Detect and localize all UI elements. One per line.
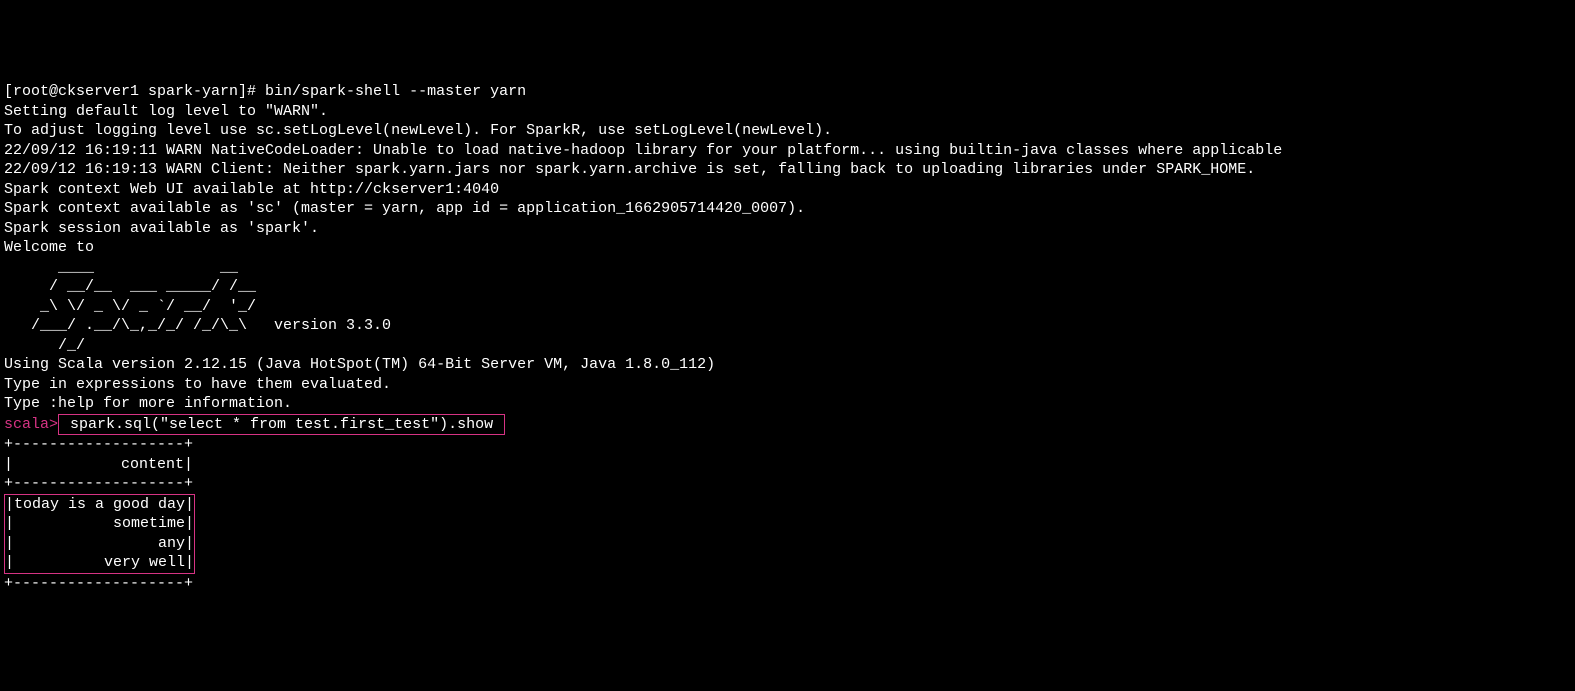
log-line: Setting default log level to "WARN". — [4, 102, 1571, 122]
table-border: +-------------------+ — [4, 435, 1571, 455]
spark-logo-line: ____ __ — [4, 258, 1571, 278]
scala-prompt: scala> — [4, 416, 58, 433]
log-line: Welcome to — [4, 238, 1571, 258]
table-header: | content| — [4, 455, 1571, 475]
log-line: Spark session available as 'spark'. — [4, 219, 1571, 239]
info-line: Type in expressions to have them evaluat… — [4, 375, 1571, 395]
scala-command-highlighted: spark.sql("select * from test.first_test… — [58, 414, 505, 436]
log-line: 22/09/12 16:19:13 WARN Client: Neither s… — [4, 160, 1571, 180]
log-line: Spark context available as 'sc' (master … — [4, 199, 1571, 219]
table-border: +-------------------+ — [4, 474, 1571, 494]
info-line: Using Scala version 2.12.15 (Java HotSpo… — [4, 355, 1571, 375]
spark-logo-line: / __/__ ___ _____/ /__ — [4, 277, 1571, 297]
table-row: | any| — [5, 534, 194, 554]
table-row: |today is a good day| — [5, 495, 194, 515]
log-line: 22/09/12 16:19:11 WARN NativeCodeLoader:… — [4, 141, 1571, 161]
spark-logo-line: _\ \/ _ \/ _ `/ __/ '_/ — [4, 297, 1571, 317]
table-output-highlighted: |today is a good day|| sometime|| any|| … — [4, 494, 195, 574]
table-row: | very well| — [5, 553, 194, 573]
spark-logo-line: /___/ .__/\_,_/_/ /_/\_\ version 3.3.0 — [4, 316, 1571, 336]
scala-input-line[interactable]: scala> spark.sql("select * from test.fir… — [4, 414, 1571, 436]
log-line: To adjust logging level use sc.setLogLev… — [4, 121, 1571, 141]
shell-prompt-line[interactable]: [root@ckserver1 spark-yarn]# bin/spark-s… — [4, 82, 1571, 102]
log-line: Spark context Web UI available at http:/… — [4, 180, 1571, 200]
table-border: +-------------------+ — [4, 574, 1571, 594]
spark-logo-line: /_/ — [4, 336, 1571, 356]
table-row: | sometime| — [5, 514, 194, 534]
info-line: Type :help for more information. — [4, 394, 1571, 414]
